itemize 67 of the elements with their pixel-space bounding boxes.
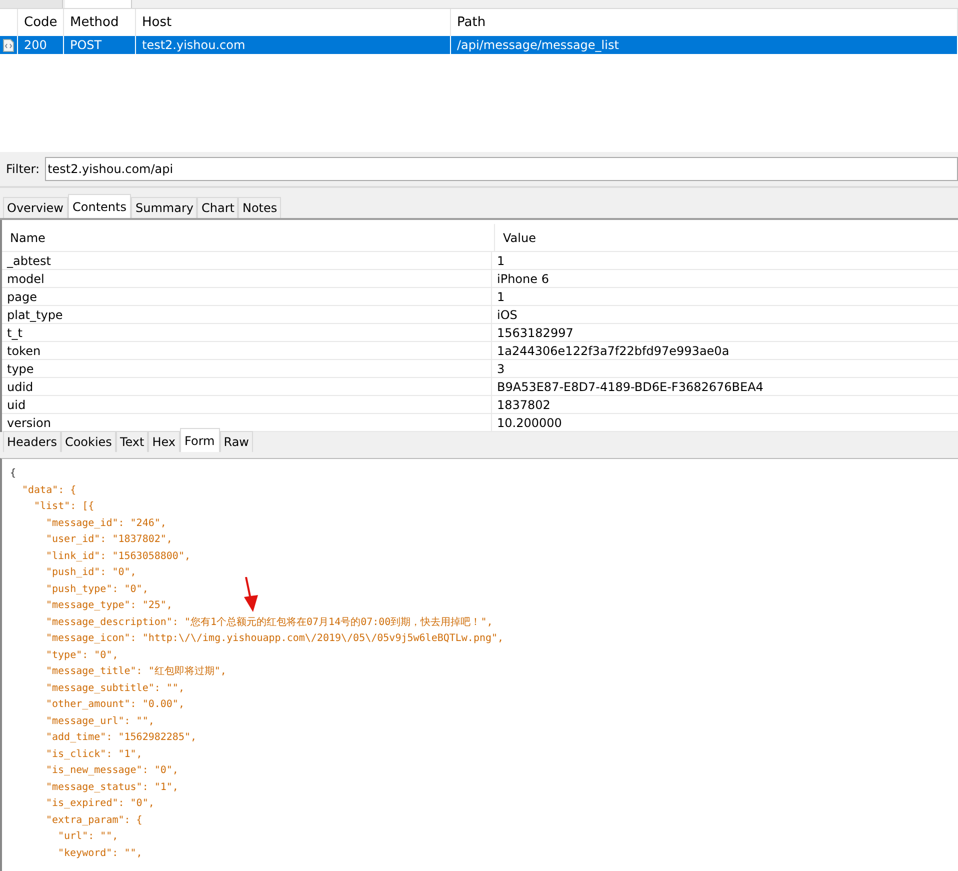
code-line: "message_title": "红包即将过期", xyxy=(46,666,226,677)
session-row[interactable]: 200 POST test2.yishou.com /api/message/message_list xyxy=(0,36,958,54)
document-icon xyxy=(3,38,14,52)
table-cell: type xyxy=(2,360,492,377)
table-cell: 200 xyxy=(18,36,64,54)
table-cell: model xyxy=(2,270,492,287)
code-line: "data": { xyxy=(22,484,76,496)
code-line: "user_id": "1837802", xyxy=(46,534,172,545)
code-line: "message_url": "", xyxy=(46,716,154,726)
code-line: "push_id": "0", xyxy=(46,567,136,578)
code-line: "message_status": "1", xyxy=(46,782,178,792)
annotation-arrow xyxy=(242,576,260,612)
filter-field[interactable]: test2.yishou.com/api xyxy=(44,157,958,181)
code-line: "message_subtitle": "", xyxy=(46,682,184,694)
filter-label: Filter: xyxy=(6,162,40,176)
tab[interactable]: Notes xyxy=(238,197,282,218)
table-cell: plat_type xyxy=(2,306,492,323)
table-cell: udid xyxy=(2,378,492,395)
code-line: "message_type": "25", xyxy=(46,600,172,611)
code-line: "link_id": "1563058800", xyxy=(46,550,190,562)
tab[interactable] xyxy=(0,0,63,8)
code-line: "extra_param": { xyxy=(46,814,142,826)
tab[interactable]: Form xyxy=(180,428,220,452)
tab[interactable]: Summary xyxy=(131,197,198,218)
code-line: "push_type": "0", xyxy=(46,584,148,594)
column-header[interactable]: Value xyxy=(495,230,536,244)
table-cell-text: 10.200000 xyxy=(496,416,562,430)
table-cell: test2.yishou.com xyxy=(136,36,451,54)
table-cell: /api/message/message_list xyxy=(451,36,958,54)
code-line: "type": "0", xyxy=(46,650,118,660)
table-cell-text: 1563182997 xyxy=(496,326,574,340)
table-cell: uid xyxy=(2,396,492,413)
code-line: "message_id": "246", xyxy=(46,518,166,528)
table-cell: _abtest xyxy=(2,252,492,269)
table-cell: token xyxy=(2,342,492,359)
table-cell-text: iOS xyxy=(496,308,518,322)
code-line: "list": [{ xyxy=(34,501,94,512)
table-cell-text: 3 xyxy=(496,362,505,376)
code-line: "url": "", xyxy=(58,831,118,842)
tab[interactable]: Hex xyxy=(148,431,180,452)
table-cell: t_t xyxy=(2,324,492,341)
table-cell: POST xyxy=(64,36,136,54)
table-cell-text: B9A53E87-E8D7-4189-BD6E-F3682676BEA4 xyxy=(496,380,764,394)
code-line: "message_description": "您有1个总额元的红包将在07月14号的07:00到期，快去用掉吧！", xyxy=(46,616,493,628)
code-line: "add_time": "1562982285", xyxy=(46,732,197,743)
table-cell-text: iPhone 6 xyxy=(496,272,549,286)
code-line: "is_expired": "0", xyxy=(46,798,154,809)
tab[interactable]: Raw xyxy=(220,431,253,452)
code-line: "keyword": "", xyxy=(58,848,142,858)
table-cell-text: 1 xyxy=(496,290,505,304)
tab[interactable]: Headers xyxy=(3,431,61,452)
table-cell-text: 1a244306e122f3a7f22bfd97e993ae0a xyxy=(496,344,730,358)
column-header[interactable]: Name xyxy=(2,224,495,251)
code-line: "is_click": "1", xyxy=(46,748,142,760)
tab[interactable] xyxy=(65,0,132,8)
table-cell-text: 1 xyxy=(496,254,505,268)
tab[interactable]: Cookies xyxy=(60,431,116,452)
tab[interactable]: Chart xyxy=(197,197,238,218)
code-line: "other_amount": "0.00", xyxy=(46,699,184,710)
code-line: { xyxy=(10,468,16,479)
code-line: "is_new_message": "0", xyxy=(46,765,178,776)
table-cell-text: 1837802 xyxy=(496,398,550,412)
tab[interactable]: Overview xyxy=(3,197,68,218)
tab[interactable]: Contents xyxy=(68,194,132,218)
table-cell: page xyxy=(2,288,492,305)
code-line: "message_icon": "http:\/\/img.yishouapp.com\/2019\/05\/05v9j5w6leBQTLw.png", xyxy=(46,633,504,644)
tab[interactable]: Text xyxy=(116,431,148,452)
